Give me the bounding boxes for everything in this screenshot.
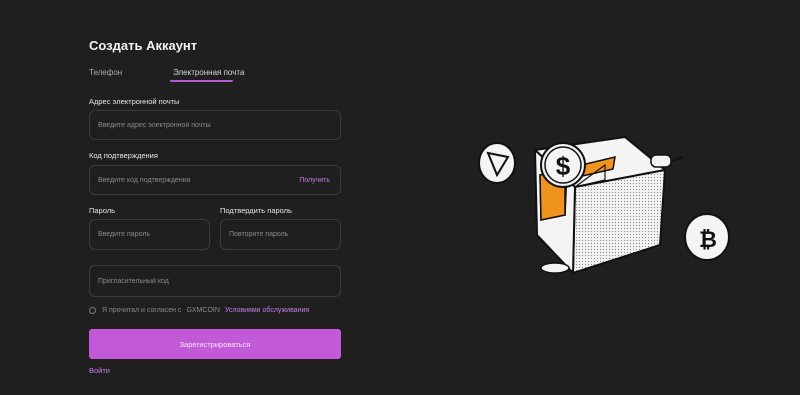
crypto-illustration: $ ₿ (478, 135, 730, 276)
tab-email[interactable]: Электронная почта (173, 68, 244, 77)
confirm-password-field[interactable] (220, 219, 341, 250)
email-input[interactable] (96, 120, 340, 130)
invite-code-input[interactable] (96, 276, 340, 286)
login-link[interactable]: Войти (89, 366, 110, 375)
code-field[interactable]: Получить (89, 165, 341, 195)
tab-phone[interactable]: Телефон (89, 68, 122, 77)
brand-name: GXMCOIN (186, 307, 220, 314)
small-coin-icon (540, 262, 570, 274)
page-title: Создать Аккаунт (89, 38, 198, 53)
email-label: Адрес электронной почты (89, 97, 180, 106)
agree-text: Я прочитал и согласен с (102, 307, 182, 314)
tab-active-indicator (170, 80, 233, 82)
bitcoin-coin-icon: ₿ (684, 213, 730, 261)
password-field[interactable] (89, 219, 210, 250)
invite-code-field[interactable] (89, 265, 341, 297)
terms-link[interactable]: Условиями обслуживания (225, 307, 309, 314)
dollar-symbol: $ (556, 151, 571, 181)
confirm-password-input[interactable] (227, 230, 340, 239)
password-label: Пароль (89, 206, 116, 215)
code-label: Код подтверждения (89, 151, 158, 160)
tron-coin-icon (478, 142, 516, 184)
register-button[interactable]: Зарегистрироваться (89, 329, 341, 359)
get-code-button[interactable]: Получить (299, 177, 330, 184)
dollar-coin-icon: $ (540, 142, 586, 188)
agree-checkbox[interactable] (89, 307, 96, 314)
code-input[interactable] (96, 175, 290, 185)
agreement-row: Я прочитал и согласен с GXMCOIN Условиям… (89, 307, 309, 314)
svg-text:₿: ₿ (699, 227, 717, 252)
confirm-password-label: Подтвердить пароль (220, 206, 292, 215)
password-input[interactable] (96, 230, 209, 239)
email-field[interactable] (89, 110, 341, 140)
